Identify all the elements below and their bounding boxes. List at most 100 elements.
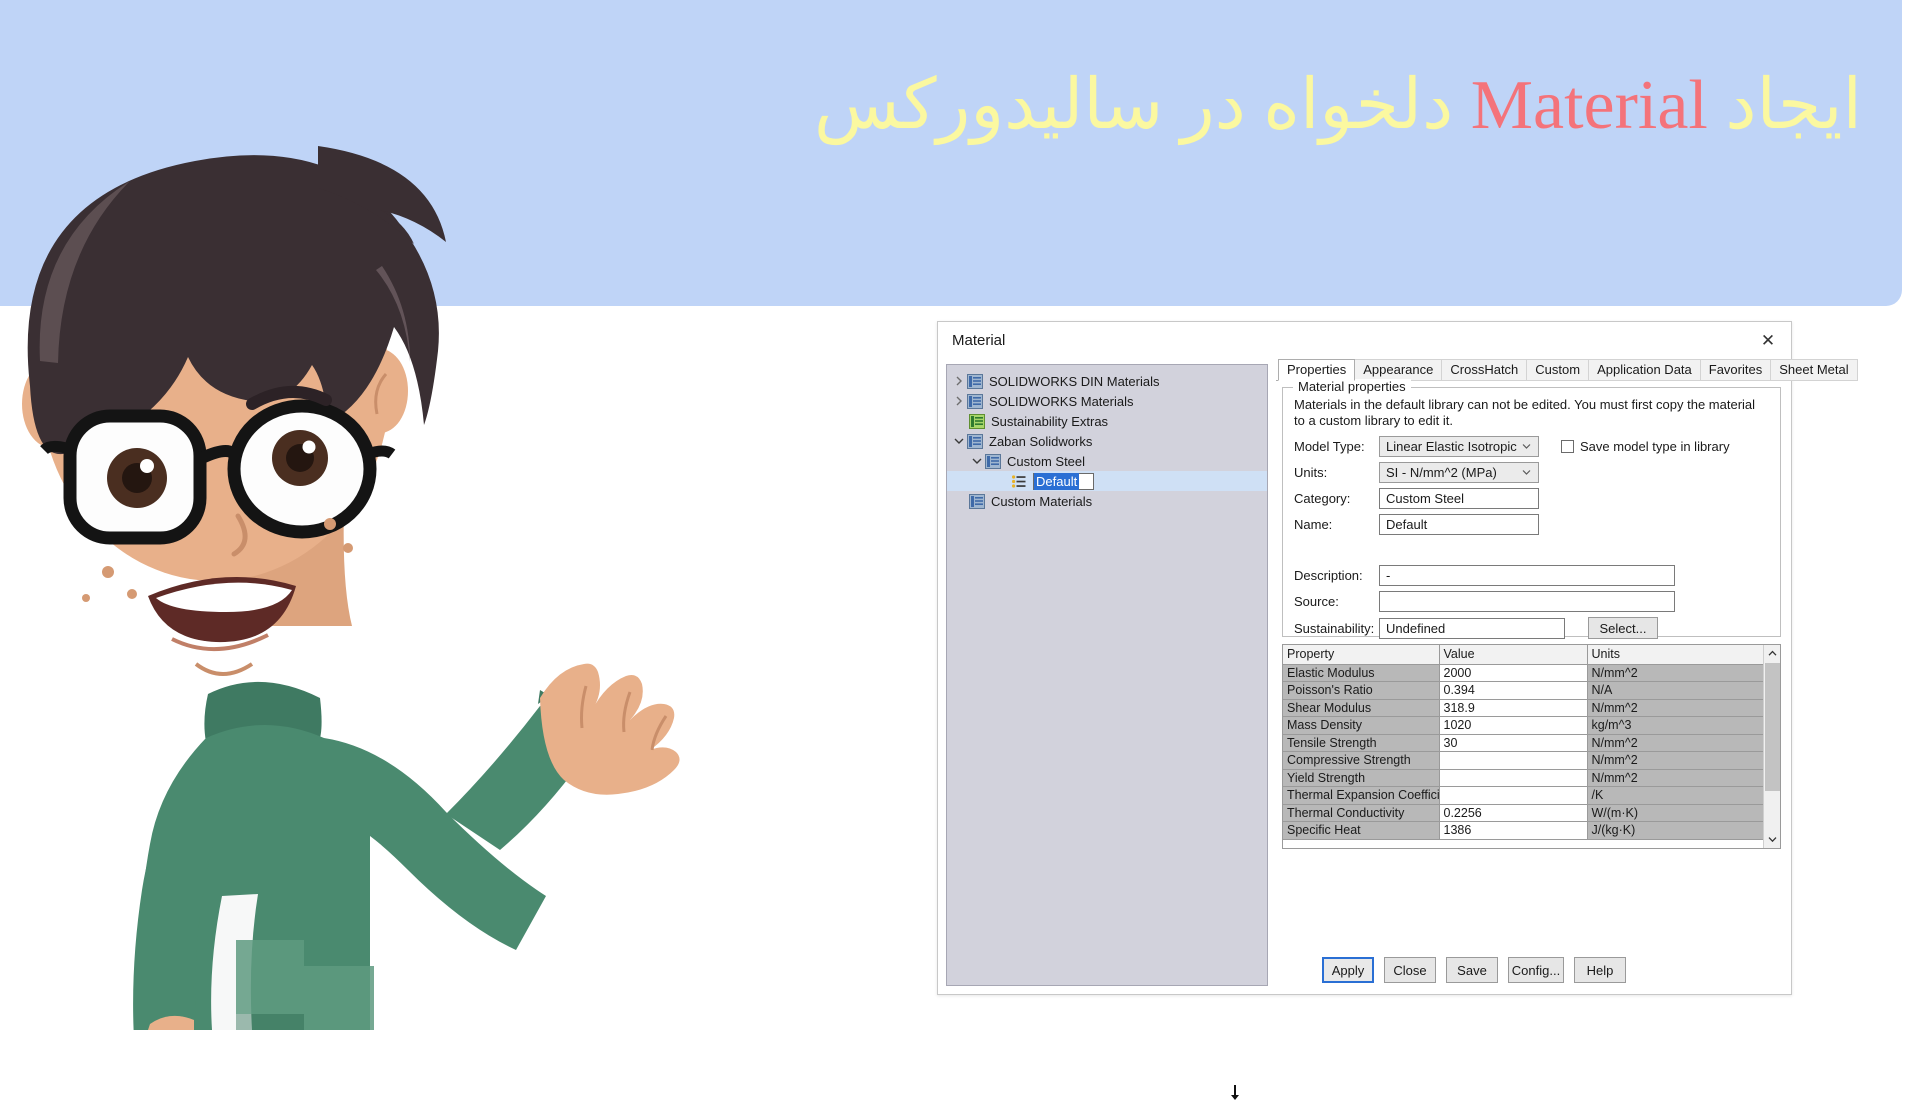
cell-property: Elastic Modulus [1283,664,1440,682]
chevron-right-icon[interactable] [951,373,967,389]
category-row: Category: Custom Steel [1294,488,1539,509]
chevron-down-icon[interactable] [951,433,967,449]
cell-value[interactable]: 1386 [1439,821,1588,840]
cell-property: Compressive Strength [1283,751,1440,770]
properties-pane: Properties Appearance CrossHatch Custom … [1276,359,1858,994]
dialog-body: SOLIDWORKS DIN Materials SOLIDWORKS Mate… [938,359,1858,994]
material-list-icon [1011,473,1028,489]
save-model-type-checkbox[interactable]: Save model type in library [1561,439,1730,454]
tree-item-label: Sustainability Extras [991,413,1109,429]
cell-value[interactable]: 30 [1439,734,1588,752]
tree-item-label: Zaban Solidworks [989,433,1093,449]
tree-item-sustainability-extras[interactable]: Sustainability Extras [947,411,1267,431]
rename-input[interactable]: Default [1033,472,1095,490]
library-blue-icon [967,433,984,449]
source-input[interactable] [1379,591,1675,612]
table-row[interactable]: Yield Strength N/mm^2 [1283,769,1780,787]
cell-value[interactable]: 1020 [1439,716,1588,735]
cell-property: Thermal Conductivity [1283,804,1440,822]
column-header-units[interactable]: Units [1587,645,1780,665]
cell-value[interactable]: 318.9 [1439,699,1588,717]
material-property-table[interactable]: Property Value Units Elastic Modulus 200… [1282,644,1781,849]
cell-property: Mass Density [1283,716,1440,735]
tree-item-solidworks-din-materials[interactable]: SOLIDWORKS DIN Materials [947,371,1267,391]
material-library-tree[interactable]: SOLIDWORKS DIN Materials SOLIDWORKS Mate… [946,364,1268,986]
tab-sheet-metal[interactable]: Sheet Metal [1770,359,1858,381]
tree-item-zaban-solidworks[interactable]: Zaban Solidworks [947,431,1267,451]
material-properties-group: Material properties Materials in the def… [1282,379,1781,639]
description-input[interactable]: - [1379,565,1675,586]
cell-value[interactable]: 0.394 [1439,681,1588,700]
tab-favorites[interactable]: Favorites [1699,359,1772,381]
sustainability-input[interactable]: Undefined [1379,617,1565,639]
scrollbar-thumb[interactable] [1765,663,1780,791]
units-label: Units: [1294,465,1328,480]
tree-item-label: Custom Steel [1007,453,1086,469]
select-sustainability-button[interactable]: Select... [1588,617,1658,639]
column-header-property[interactable]: Property [1283,645,1440,665]
cell-property: Specific Heat [1283,821,1440,840]
cell-units: N/mm^2 [1587,699,1780,717]
config-button[interactable]: Config... [1508,957,1564,983]
table-row[interactable]: Thermal Expansion Coefficient /K [1283,786,1780,805]
name-label: Name: [1294,517,1333,532]
tree-item-custom-steel[interactable]: Custom Steel [947,451,1267,471]
title-text-before: ایجاد [1707,67,1862,144]
name-row: Name: Default [1294,514,1539,535]
tree-item-solidworks-materials[interactable]: SOLIDWORKS Materials [947,391,1267,411]
tree-item-default-material[interactable]: Default [947,471,1267,491]
tree-item-label: Custom Materials [991,493,1093,509]
table-row[interactable]: Poisson's Ratio 0.394 N/A [1283,681,1780,700]
table-row[interactable]: Mass Density 1020 kg/m^3 [1283,716,1780,735]
chevron-down-icon [1518,463,1534,482]
cell-property: Poisson's Ratio [1283,681,1440,700]
cell-value[interactable] [1439,769,1588,787]
chevron-down-icon [1518,437,1534,456]
apply-button[interactable]: Apply [1322,957,1374,983]
cell-units: N/mm^2 [1587,664,1780,682]
close-button[interactable]: Close [1384,957,1436,983]
cell-value[interactable]: 0.2256 [1439,804,1588,822]
tab-custom[interactable]: Custom [1526,359,1590,381]
table-vertical-scrollbar[interactable] [1763,645,1780,848]
name-input[interactable]: Default [1379,514,1539,535]
chevron-down-icon[interactable] [969,453,985,469]
save-button[interactable]: Save [1446,957,1498,983]
cell-value[interactable] [1439,751,1588,770]
tab-crosshatch[interactable]: CrossHatch [1441,359,1528,381]
table-row[interactable]: Shear Modulus 318.9 N/mm^2 [1283,699,1780,717]
units-select[interactable]: SI - N/mm^2 (MPa) [1379,462,1539,483]
cell-units: N/A [1587,681,1780,700]
category-input[interactable]: Custom Steel [1379,488,1539,509]
tab-appearance[interactable]: Appearance [1354,359,1443,381]
table-row[interactable]: Compressive Strength N/mm^2 [1283,751,1780,770]
help-button[interactable]: Help [1574,957,1626,983]
scroll-down-icon[interactable] [1764,831,1780,848]
table-row[interactable]: Specific Heat 1386 J/(kg·K) [1283,821,1780,840]
cell-units: N/mm^2 [1587,769,1780,787]
library-green-icon [969,413,986,429]
tab-properties[interactable]: Properties [1278,359,1356,381]
table-row[interactable]: Tensile Strength 30 N/mm^2 [1283,734,1780,752]
group-note-text: Materials in the default library can not… [1294,397,1756,428]
scroll-up-icon[interactable] [1764,645,1780,662]
tab-application-data[interactable]: Application Data [1588,359,1701,381]
cell-property: Shear Modulus [1283,699,1440,717]
cell-value[interactable] [1439,786,1588,805]
library-blue-icon [967,393,984,409]
cell-value[interactable]: 2000 [1439,664,1588,682]
cell-property: Yield Strength [1283,769,1440,787]
close-icon[interactable]: ✕ [1753,328,1783,354]
tree-item-custom-materials[interactable]: Custom Materials [947,491,1267,511]
table-row[interactable]: Elastic Modulus 2000 N/mm^2 [1283,664,1780,682]
tree-item-label: SOLIDWORKS Materials [989,393,1134,409]
column-header-value[interactable]: Value [1439,645,1588,665]
cell-units: J/(kg·K) [1587,821,1780,840]
chevron-right-icon[interactable] [951,393,967,409]
model-type-label: Model Type: [1294,439,1365,454]
dialog-titlebar: Material ✕ [938,322,1791,360]
cell-units: kg/m^3 [1587,716,1780,735]
table-row[interactable]: Thermal Conductivity 0.2256 W/(m·K) [1283,804,1780,822]
sustainability-label: Sustainability: [1294,620,1375,636]
model-type-select[interactable]: Linear Elastic Isotropic [1379,436,1539,457]
